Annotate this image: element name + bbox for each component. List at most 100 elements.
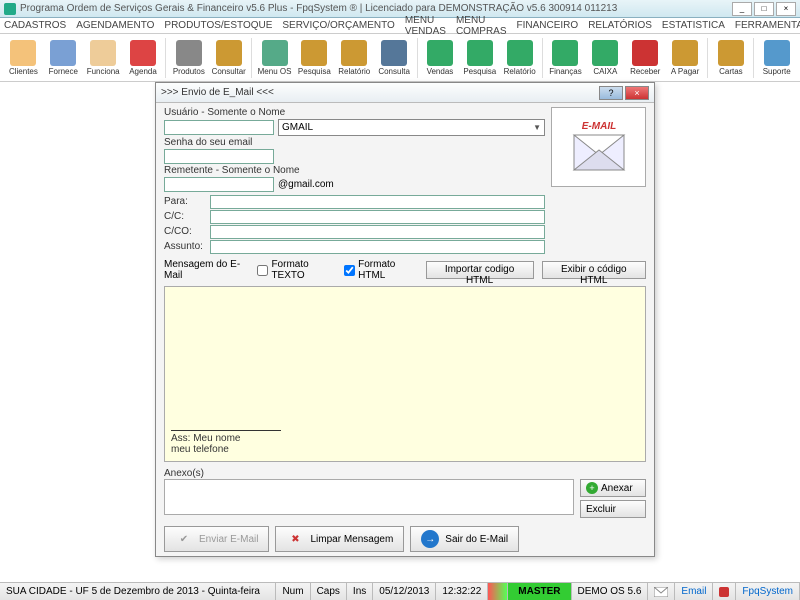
toolbar-caixa[interactable]: CAIXA bbox=[586, 36, 625, 80]
toolbar-fornece[interactable]: Fornece bbox=[44, 36, 83, 80]
menu-estatistica[interactable]: ESTATISTICA bbox=[662, 20, 725, 31]
usuario-label: Usuário - Somente o Nome bbox=[164, 107, 545, 118]
usuario-input[interactable] bbox=[164, 120, 274, 135]
toolbar-relatório[interactable]: Relatório bbox=[335, 36, 374, 80]
toolbar-clientes[interactable]: Clientes bbox=[4, 36, 43, 80]
toolbar-pesquisa[interactable]: Pesquisa bbox=[295, 36, 334, 80]
status-num: Num bbox=[276, 583, 310, 600]
provider-value: GMAIL bbox=[282, 122, 313, 133]
status-time: 12:32:22 bbox=[436, 583, 488, 600]
exibir-html-button[interactable]: Exibir o código HTML bbox=[542, 261, 646, 279]
window-titlebar: Programa Ordem de Serviços Gerais & Fina… bbox=[0, 0, 800, 18]
consulta-icon bbox=[381, 40, 407, 66]
toolbar-pesquisa[interactable]: Pesquisa bbox=[460, 36, 499, 80]
pesquisa-icon bbox=[301, 40, 327, 66]
menu-relatorios[interactable]: RELATÓRIOS bbox=[588, 20, 652, 31]
fornece-icon bbox=[50, 40, 76, 66]
anexar-button[interactable]: +Anexar bbox=[580, 479, 646, 497]
limpar-mensagem-button[interactable]: ✖ Limpar Mensagem bbox=[275, 526, 404, 552]
para-input[interactable] bbox=[210, 195, 545, 209]
importar-html-button[interactable]: Importar codigo HTML bbox=[426, 261, 534, 279]
formato-texto-checkbox[interactable]: Formato TEXTO bbox=[257, 259, 336, 281]
status-brand-link[interactable]: FpqSystem bbox=[736, 583, 800, 600]
status-demo: DEMO OS 5.6 bbox=[572, 583, 649, 600]
consultar-icon bbox=[216, 40, 242, 66]
toolbar-agenda[interactable]: Agenda bbox=[124, 36, 163, 80]
toolbar-produtos[interactable]: Produtos bbox=[169, 36, 208, 80]
enviar-email-button[interactable]: ✔ Enviar E-Mail bbox=[164, 526, 269, 552]
caixa-icon bbox=[592, 40, 618, 66]
status-location: SUA CIDADE - UF 5 de Dezembro de 2013 - … bbox=[0, 583, 276, 600]
dialog-title: >>> Envio de E_Mail <<< bbox=[161, 87, 597, 98]
produtos-icon bbox=[176, 40, 202, 66]
dialog-titlebar: >>> Envio de E_Mail <<< ? × bbox=[156, 83, 654, 103]
toolbar-finanças[interactable]: Finanças bbox=[546, 36, 585, 80]
status-user: MASTER bbox=[508, 583, 571, 600]
remetente-label: Remetente - Somente o Nome bbox=[164, 165, 545, 176]
assunto-input[interactable] bbox=[210, 240, 545, 254]
toolbar-relatório[interactable]: Relatório bbox=[500, 36, 539, 80]
attachments-list[interactable] bbox=[164, 479, 574, 515]
check-icon: ✔ bbox=[175, 530, 193, 548]
toolbar-receber[interactable]: Receber bbox=[626, 36, 665, 80]
formato-html-checkbox[interactable]: Formato HTML bbox=[344, 259, 417, 281]
remetente-input[interactable] bbox=[164, 177, 274, 192]
mensagem-label: Mensagem do E-Mail bbox=[164, 259, 249, 281]
menu os-icon bbox=[262, 40, 288, 66]
toolbar-a pagar[interactable]: A Pagar bbox=[666, 36, 705, 80]
toolbar-consultar[interactable]: Consultar bbox=[209, 36, 248, 80]
status-email-link[interactable]: Email bbox=[675, 583, 713, 600]
anexos-label: Anexo(s) bbox=[164, 468, 646, 479]
cco-label: C/CO: bbox=[164, 225, 209, 239]
message-body[interactable]: Ass: Meu nome meu telefone bbox=[164, 286, 646, 462]
close-button[interactable]: × bbox=[776, 2, 796, 16]
cco-input[interactable] bbox=[210, 225, 545, 239]
a pagar-icon bbox=[672, 40, 698, 66]
menu-financeiro[interactable]: FINANCEIRO bbox=[517, 20, 579, 31]
para-label: Para: bbox=[164, 195, 209, 209]
toolbar-suporte[interactable]: Suporte bbox=[757, 36, 796, 80]
relatório-icon bbox=[341, 40, 367, 66]
senha-label: Senha do seu email bbox=[164, 137, 545, 148]
brand-icon bbox=[719, 587, 729, 597]
toolbar-funciona[interactable]: Funciona bbox=[84, 36, 123, 80]
toolbar-vendas[interactable]: Vendas bbox=[421, 36, 460, 80]
menu-ferramentas[interactable]: FERRAMENTAS bbox=[735, 20, 800, 31]
assunto-label: Assunto: bbox=[164, 240, 209, 254]
domain-suffix: @gmail.com bbox=[278, 179, 334, 190]
minimize-button[interactable]: _ bbox=[732, 2, 752, 16]
maximize-button[interactable]: □ bbox=[754, 2, 774, 16]
senha-input[interactable] bbox=[164, 149, 274, 164]
finanças-icon bbox=[552, 40, 578, 66]
menu-agendamento[interactable]: AGENDAMENTO bbox=[76, 20, 154, 31]
status-ins: Ins bbox=[347, 583, 373, 600]
toolbar-consulta[interactable]: Consulta bbox=[375, 36, 414, 80]
dialog-help-button[interactable]: ? bbox=[599, 86, 623, 100]
sair-email-button[interactable]: → Sair do E-Mail bbox=[410, 526, 519, 552]
toolbar-menu os[interactable]: Menu OS bbox=[255, 36, 294, 80]
email-art-text: E-MAIL bbox=[581, 121, 615, 132]
excluir-button[interactable]: Excluir bbox=[580, 500, 646, 518]
provider-combo[interactable]: GMAIL ▼ bbox=[278, 119, 545, 136]
agenda-icon bbox=[130, 40, 156, 66]
window-title: Programa Ordem de Serviços Gerais & Fina… bbox=[20, 3, 732, 14]
menu-cadastros[interactable]: CADASTROS bbox=[4, 20, 66, 31]
dialog-close-button[interactable]: × bbox=[625, 86, 649, 100]
cc-label: C/C: bbox=[164, 210, 209, 224]
clientes-icon bbox=[10, 40, 36, 66]
menu-compras[interactable]: MENU COMPRAS bbox=[456, 15, 507, 37]
menu-vendas[interactable]: MENU VENDAS bbox=[405, 15, 446, 37]
suporte-icon bbox=[764, 40, 790, 66]
email-dialog: >>> Envio de E_Mail <<< ? × Usuário - So… bbox=[155, 82, 655, 557]
vendas-icon bbox=[427, 40, 453, 66]
toolbar-cartas[interactable]: Cartas bbox=[711, 36, 750, 80]
funciona-icon bbox=[90, 40, 116, 66]
menu-servico[interactable]: SERVIÇO/ORÇAMENTO bbox=[282, 20, 394, 31]
envelope-icon bbox=[654, 587, 668, 597]
chevron-down-icon: ▼ bbox=[533, 123, 541, 132]
status-caps: Caps bbox=[311, 583, 347, 600]
cc-input[interactable] bbox=[210, 210, 545, 224]
menu-produtos[interactable]: PRODUTOS/ESTOQUE bbox=[164, 20, 272, 31]
workspace: >>> Envio de E_Mail <<< ? × Usuário - So… bbox=[0, 82, 800, 582]
statusbar: SUA CIDADE - UF 5 de Dezembro de 2013 - … bbox=[0, 582, 800, 600]
